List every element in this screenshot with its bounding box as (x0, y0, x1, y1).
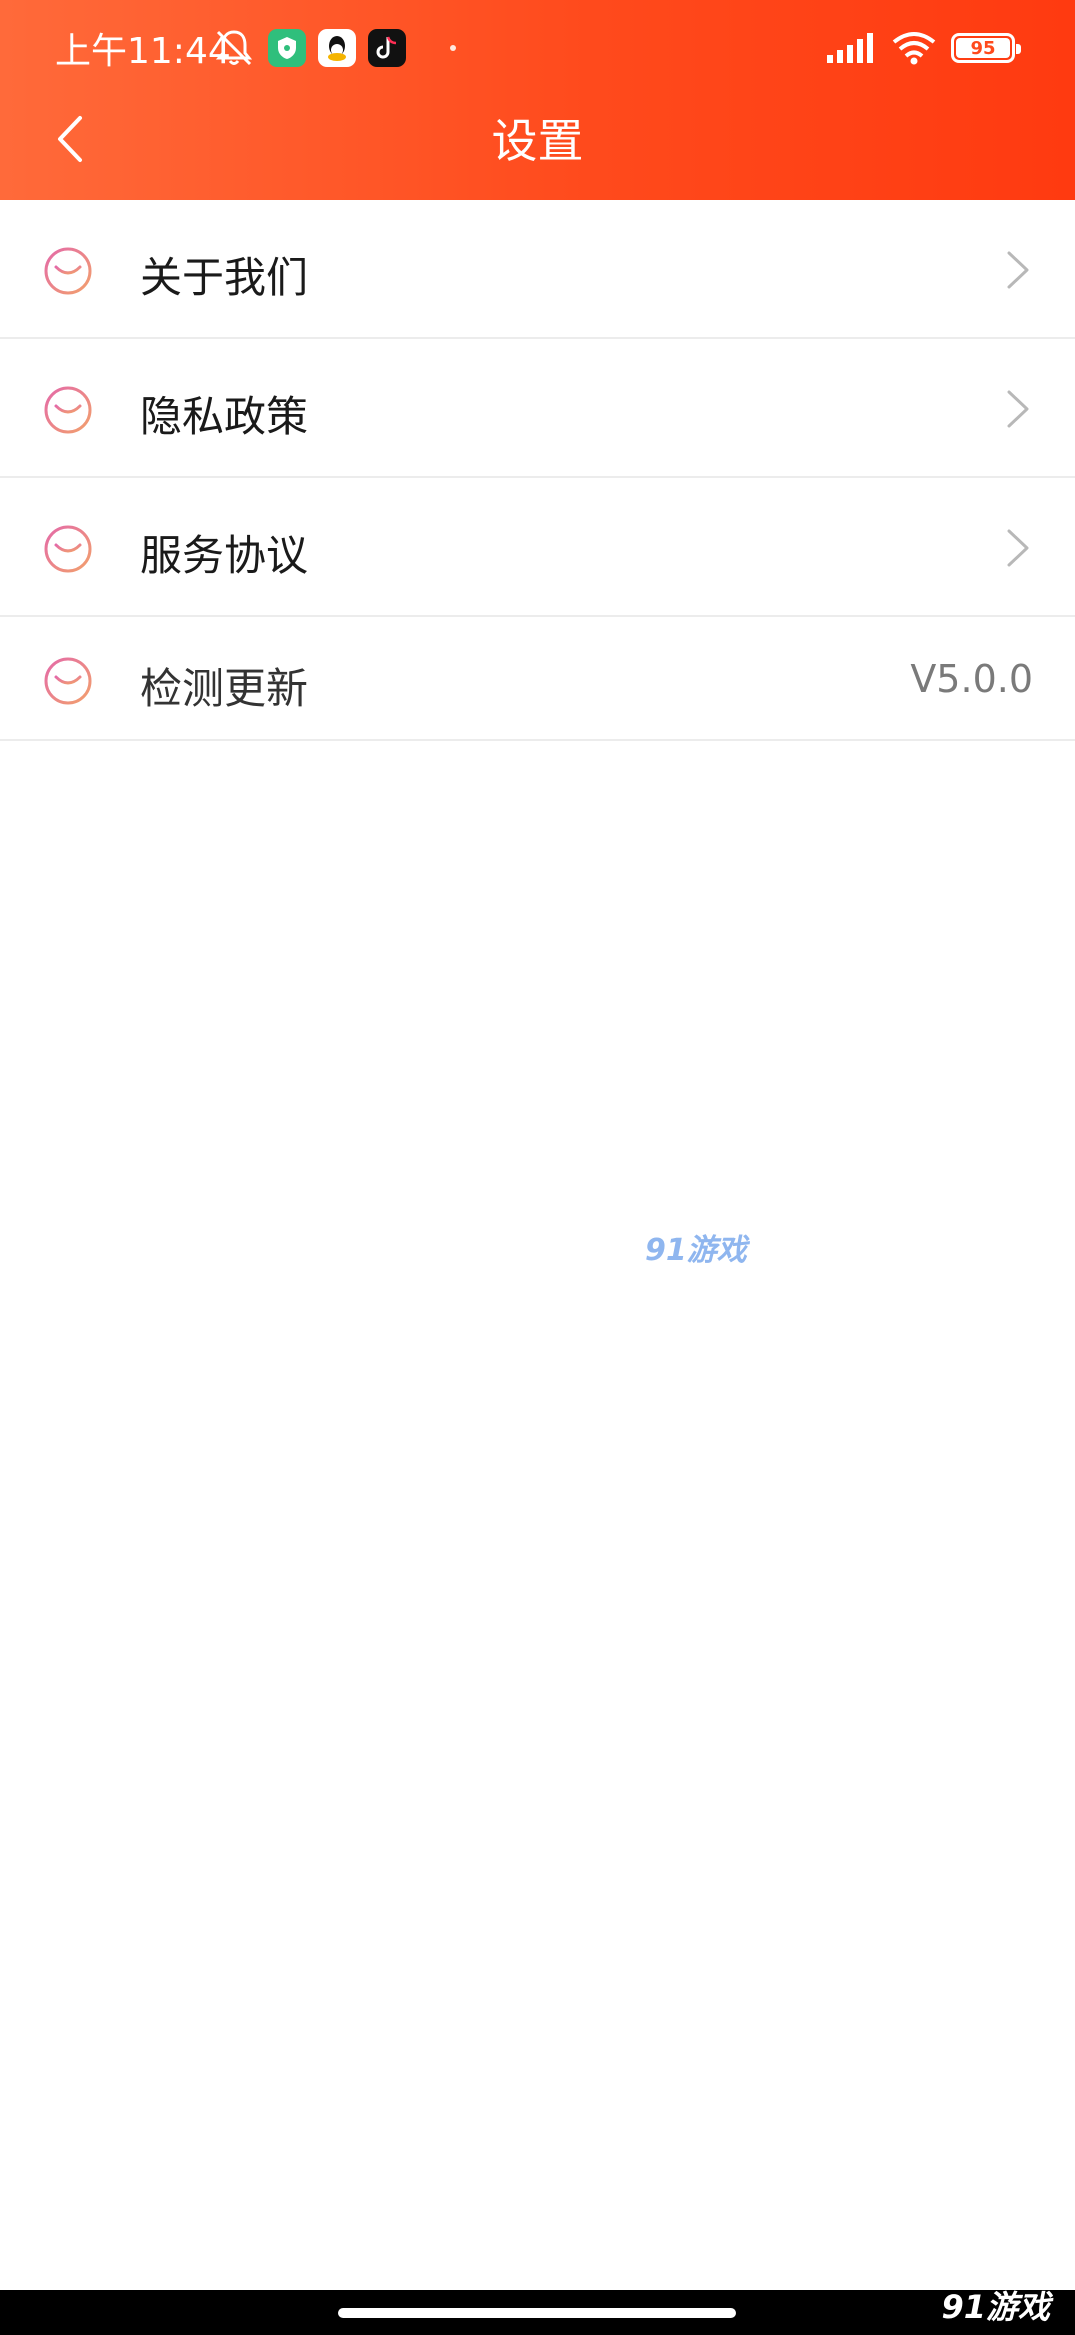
status-bar: 上午11:44 95 (0, 0, 1075, 95)
gesture-bar (0, 2290, 1075, 2335)
settings-item-about-us[interactable]: 关于我们 (0, 200, 1075, 339)
settings-item-label: 服务协议 (140, 531, 309, 580)
chevron-right-icon (1007, 529, 1029, 567)
mute-bell-icon (215, 30, 253, 66)
battery-level: 95 (970, 37, 996, 59)
home-indicator[interactable] (338, 2308, 736, 2318)
smile-face-icon (44, 657, 92, 705)
more-notifications-dot (450, 45, 456, 51)
tiktok-app-icon (368, 29, 406, 67)
battery-icon: 95 (951, 33, 1021, 63)
settings-item-label: 检测更新 (140, 664, 309, 713)
chevron-right-icon (1007, 251, 1029, 289)
app-header: 上午11:44 95 设置 (0, 0, 1075, 200)
corner-watermark: 91游戏 (941, 2288, 1050, 2326)
settings-list: 关于我们 隐私政策 服务协议 检测更新 V5.0.0 (0, 200, 1075, 741)
notification-icons (212, 24, 456, 72)
smile-face-icon (44, 525, 92, 573)
qq-app-icon (318, 29, 356, 67)
settings-item-service-agreement[interactable]: 服务协议 (0, 478, 1075, 617)
settings-item-label: 隐私政策 (140, 392, 309, 441)
status-time: 上午11:44 (55, 31, 231, 72)
watermark-logo: 91游戏 (645, 1233, 747, 1268)
version-value: V5.0.0 (910, 657, 1033, 701)
shield-app-icon (268, 29, 306, 67)
settings-item-privacy-policy[interactable]: 隐私政策 (0, 339, 1075, 478)
signal-icon (827, 33, 873, 63)
smile-face-icon (44, 386, 92, 434)
wifi-icon (892, 32, 936, 65)
smile-face-icon (44, 247, 92, 295)
chevron-right-icon (1007, 390, 1029, 428)
page-title: 设置 (491, 114, 584, 168)
system-status-icons: 95 (825, 28, 1021, 68)
settings-item-check-update[interactable]: 检测更新 V5.0.0 (0, 617, 1075, 741)
nav-bar: 设置 (0, 95, 1075, 200)
settings-item-label: 关于我们 (140, 253, 309, 302)
